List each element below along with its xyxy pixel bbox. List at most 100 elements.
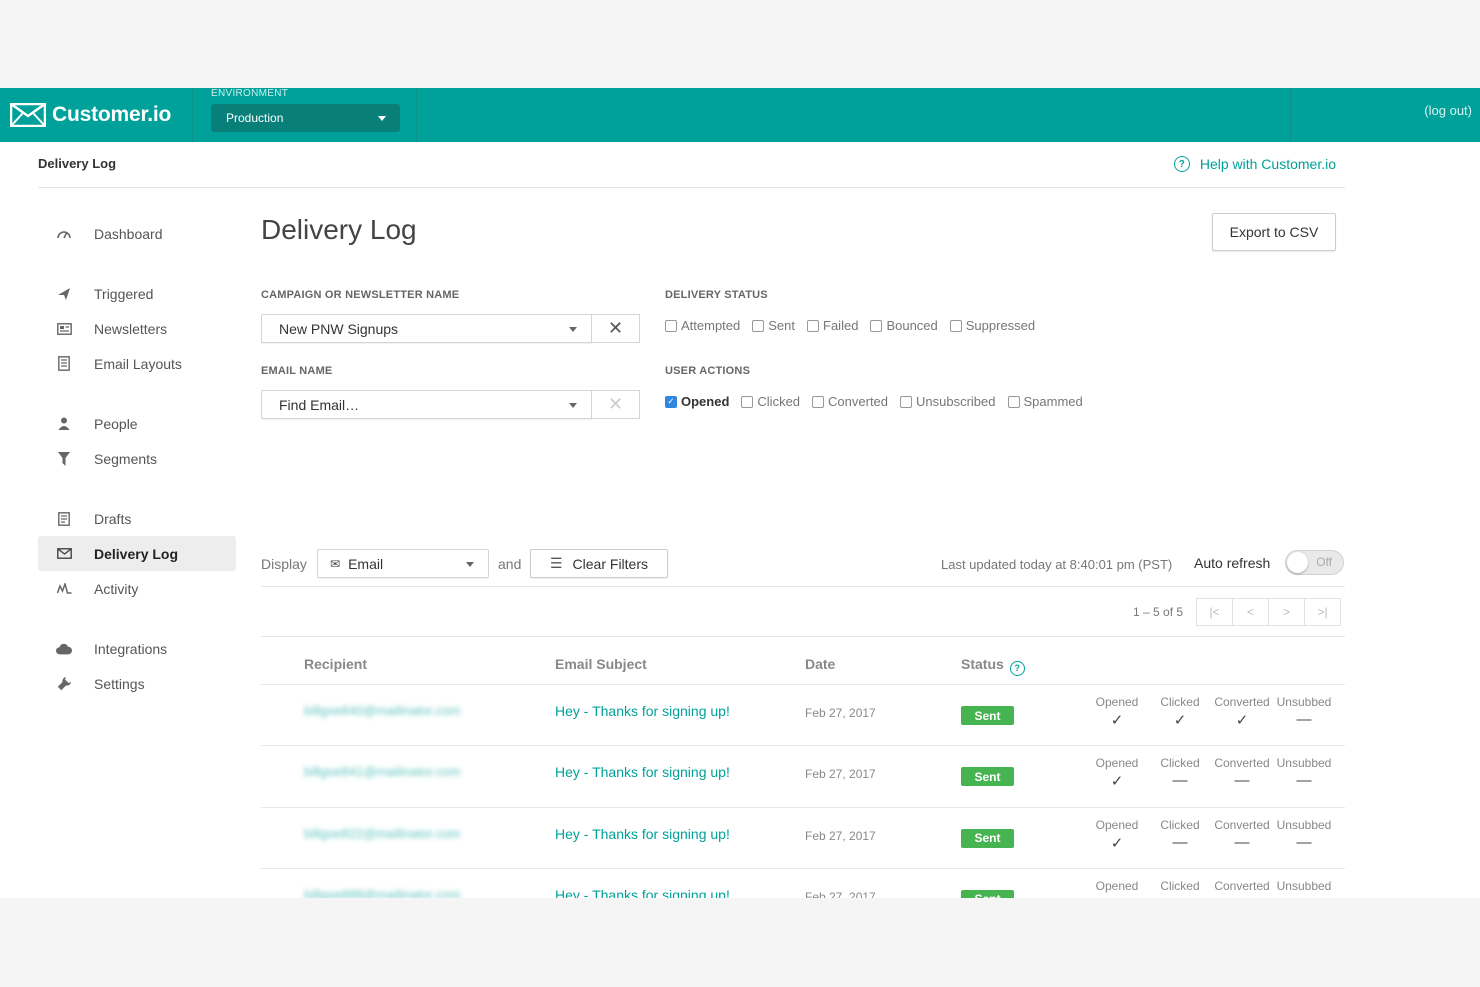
user-action-cell: Unsubbed— <box>1273 818 1335 852</box>
environment-label: ENVIRONMENT <box>211 88 289 99</box>
checkbox-box[interactable] <box>812 395 825 408</box>
user-action-cell: Converted— <box>1211 818 1273 852</box>
email-name-filter-label: EMAIL NAME <box>261 365 333 377</box>
checkbox-label: Spammed <box>1023 394 1083 409</box>
next-page-icon[interactable]: > <box>1268 598 1305 626</box>
sidebar-item-drafts[interactable]: Drafts <box>38 501 236 536</box>
clear-campaign-button[interactable]: ✕ <box>592 314 640 343</box>
status-badge: Sent <box>961 828 1014 848</box>
sidebar-item-integrations[interactable]: Integrations <box>38 631 236 666</box>
checkbox-suppressed[interactable]: Suppressed <box>949 318 1035 333</box>
user-action-cell: Clicked — <box>1149 879 1211 898</box>
prev-page-icon[interactable]: < <box>1232 598 1269 626</box>
checkbox-box[interactable] <box>949 319 962 332</box>
auto-refresh-toggle[interactable]: Off <box>1285 550 1344 575</box>
sidebar-item-activity[interactable]: Activity <box>38 571 236 606</box>
checkbox-sent[interactable]: Sent <box>752 318 795 333</box>
table-row[interactable]: billgoe888@mailinator.com Hey - Thanks fo… <box>261 867 1345 898</box>
wrench-icon <box>56 676 72 692</box>
clear-filters-button[interactable]: ☰ Clear Filters <box>530 549 668 578</box>
display-select-value: Email <box>348 555 384 572</box>
checkbox-box-checked[interactable]: ✓ <box>665 395 677 408</box>
checkbox-opened[interactable]: ✓ Opened <box>665 394 729 409</box>
help-link[interactable]: ? Help with Customer.io <box>1173 156 1336 172</box>
sidebar-item-segments[interactable]: Segments <box>38 441 236 476</box>
and-label: and <box>498 556 522 572</box>
checkbox-box[interactable] <box>752 319 765 332</box>
checkbox-box[interactable] <box>900 395 913 408</box>
user-action-cell: Unsubbed— <box>1273 879 1335 898</box>
checkbox-box[interactable] <box>665 319 677 332</box>
sidebar-item-triggered[interactable]: Triggered <box>38 276 236 311</box>
checkbox-unsubscribed[interactable]: Unsubscribed <box>900 394 996 409</box>
email-subject-link[interactable]: Hey - Thanks for signing up! <box>555 826 730 842</box>
sidebar-item-label: People <box>94 415 138 432</box>
question-circle-icon[interactable]: ? <box>1009 660 1025 676</box>
table-row[interactable]: billgoe841@mailinator.com Hey - Thanks fo… <box>261 745 1345 806</box>
checkbox-failed[interactable]: Failed <box>807 318 858 333</box>
checkbox-attempted[interactable]: Attempted <box>665 318 740 333</box>
brand[interactable]: Customer.io <box>0 88 193 142</box>
first-page-icon[interactable]: |< <box>1196 598 1233 626</box>
checkbox-spammed[interactable]: Spammed <box>1007 394 1083 409</box>
user-action-value: ✓ <box>1086 895 1148 898</box>
user-action-value: — <box>1211 895 1273 898</box>
sidebar-item-settings[interactable]: Settings <box>38 666 236 701</box>
sidebar-item-newsletters[interactable]: Newsletters <box>38 311 236 346</box>
question-circle-icon: ? <box>1173 156 1190 172</box>
display-select[interactable]: ✉ Email <box>317 549 489 578</box>
recipient-link[interactable]: billgoe841@mailinator.com <box>304 764 460 779</box>
sidebar-item-email-layouts[interactable]: Email Layouts <box>38 346 236 381</box>
checkbox-converted[interactable]: Converted <box>812 394 888 409</box>
export-csv-button[interactable]: Export to CSV <box>1212 213 1336 251</box>
user-action-label: Unsubbed <box>1276 878 1332 893</box>
app-window: Customer.io ENVIRONMENT Production (log … <box>0 88 1480 898</box>
email-subject-link[interactable]: Hey - Thanks for signing up! <box>555 764 730 780</box>
top-bar: Customer.io ENVIRONMENT Production (log … <box>0 88 1480 142</box>
user-action-label: Unsubbed <box>1276 695 1332 709</box>
user-action-value: — <box>1296 833 1312 851</box>
checkbox-clicked[interactable]: Clicked <box>741 394 800 409</box>
checkbox-box[interactable] <box>870 319 883 332</box>
table-row[interactable]: billgoe822@mailinator.com Hey - Thanks fo… <box>261 806 1345 868</box>
checkbox-bounced[interactable]: Bounced <box>870 318 938 333</box>
sidebar-item-delivery-log[interactable]: Delivery Log <box>38 536 236 571</box>
email-subject-link[interactable]: Hey - Thanks for signing up! <box>555 703 730 719</box>
email-name-select[interactable]: Find Email… <box>261 390 592 419</box>
environment-value: Production <box>226 111 284 125</box>
sidebar-item-label: Delivery Log <box>94 545 179 562</box>
brand-name: Customer.io <box>52 103 172 126</box>
user-action-cell: Converted ✓ <box>1211 695 1273 729</box>
caret-down-icon <box>466 562 474 567</box>
layout-icon <box>56 356 72 372</box>
last-page-icon[interactable]: >| <box>1304 598 1341 626</box>
recipient-link[interactable]: billgoe888@mailinator.com <box>304 887 460 898</box>
checkbox-box[interactable] <box>741 395 754 408</box>
column-header-status-label: Status <box>961 656 1004 672</box>
environment-select[interactable]: Production <box>211 104 400 132</box>
user-action-label: Unsubbed <box>1276 817 1332 832</box>
envelope-icon <box>56 546 72 562</box>
user-action-value: — <box>1234 833 1250 851</box>
sidebar-item-people[interactable]: People <box>38 406 236 441</box>
email-subject-link[interactable]: Hey - Thanks for signing up! <box>555 887 730 898</box>
logout-link[interactable]: (log out) <box>1424 103 1472 118</box>
campaign-select[interactable]: New PNW Signups <box>261 314 592 343</box>
clear-email-name-button[interactable]: ✕ <box>592 390 640 419</box>
recipient-link[interactable]: billgoe822@mailinator.com <box>304 826 460 841</box>
email-name-placeholder: Find Email… <box>279 396 360 413</box>
delivery-status-label: DELIVERY STATUS <box>665 289 768 301</box>
checkbox-box[interactable] <box>1007 395 1020 408</box>
checkbox-box[interactable] <box>807 319 820 332</box>
user-actions-checkboxes: ✓ Opened Clicked Converted Unsubscribed S… <box>665 394 1095 409</box>
user-action-cell: Clicked ✓ <box>1149 695 1211 729</box>
user-action-label: Clicked <box>1160 756 1200 771</box>
recipient-link[interactable]: billgoe840@mailinator.com <box>304 703 460 718</box>
topbar-divider <box>1290 88 1291 142</box>
table-row[interactable]: billgoe840@mailinator.com Hey - Thanks fo… <box>261 684 1345 745</box>
send-icon <box>56 286 72 302</box>
sidebar-item-dashboard[interactable]: Dashboard <box>38 216 236 251</box>
divider <box>261 586 1345 587</box>
user-action-label: Opened <box>1095 756 1139 771</box>
delivery-date: Feb 27, 2017 <box>805 706 876 720</box>
